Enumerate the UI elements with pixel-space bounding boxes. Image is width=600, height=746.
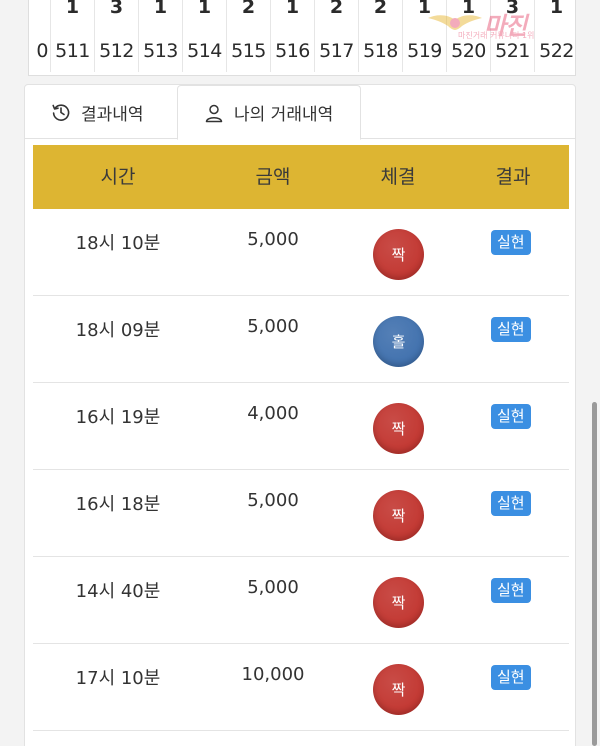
round-count	[29, 0, 51, 30]
row-amount: 10,000	[241, 664, 305, 685]
result-badge: 실현	[491, 665, 531, 690]
tab-result-history[interactable]: 결과내역	[51, 85, 144, 139]
row-amount: 5,000	[247, 490, 299, 511]
deal-ball: 짝	[373, 664, 424, 715]
round-count: 1	[139, 0, 183, 30]
round-count: 2	[227, 0, 271, 30]
row-time: 14시 40분	[75, 581, 161, 602]
round-count: 2	[359, 0, 403, 30]
table-row: 18시 10분 5,000 짝 실현	[33, 209, 569, 296]
deal-ball: 짝	[373, 229, 424, 280]
page-scrollbar[interactable]	[592, 402, 597, 746]
result-badge: 실현	[491, 404, 531, 429]
history-panel: 결과내역 나의 거래내역 시간 금액 체결 결과 18시 10분 5,000 짝…	[24, 84, 576, 746]
round-id: 517	[315, 30, 359, 72]
header-result: 결과	[495, 166, 531, 188]
deal-ball: 짝	[373, 490, 424, 541]
row-amount: 5,000	[247, 316, 299, 337]
trade-rows: 18시 10분 5,000 짝 실현 18시 09분 5,000 홀 실현 16…	[33, 209, 569, 731]
round-id: 0	[29, 30, 51, 72]
table-header: 시간 금액 체결 결과	[33, 145, 569, 209]
tab-my-trades[interactable]: 나의 거래내역	[177, 85, 361, 140]
round-id: 515	[227, 30, 271, 72]
result-badge: 실현	[491, 230, 531, 255]
round-count: 1	[271, 0, 315, 30]
row-time: 16시 18분	[75, 494, 161, 515]
row-amount: 4,000	[247, 403, 299, 424]
user-icon	[205, 104, 223, 122]
round-count: 1	[51, 0, 95, 30]
round-id: 514	[183, 30, 227, 72]
round-id: 512	[95, 30, 139, 72]
history-icon	[52, 104, 70, 121]
tab-mine-label: 나의 거래내역	[234, 105, 334, 125]
round-id: 511	[51, 30, 95, 72]
deal-ball: 짝	[373, 577, 424, 628]
tab-result-label: 결과내역	[81, 104, 144, 125]
round-count: 2	[315, 0, 359, 30]
table-row: 16시 19분 4,000 짝 실현	[33, 383, 569, 470]
row-amount: 5,000	[247, 229, 299, 250]
row-time: 17시 10분	[75, 668, 161, 689]
round-id: 516	[271, 30, 315, 72]
round-id: 518	[359, 30, 403, 72]
row-time: 16시 19분	[75, 407, 161, 428]
header-time: 시간	[100, 166, 136, 188]
round-id: 513	[139, 30, 183, 72]
row-amount: 5,000	[247, 577, 299, 598]
deal-ball: 홀	[373, 316, 424, 367]
row-time: 18시 09분	[75, 320, 161, 341]
deal-ball: 짝	[373, 403, 424, 454]
result-badge: 실현	[491, 317, 531, 342]
table-row: 14시 40분 5,000 짝 실현	[33, 557, 569, 644]
result-badge: 실현	[491, 491, 531, 516]
watermark-subtitle: 마진거래 커뮤니티 1위	[458, 31, 535, 40]
table-row: 17시 10분 10,000 짝 실현	[33, 644, 569, 731]
round-count: 3	[95, 0, 139, 30]
watermark-logo: 마진 마진거래 커뮤니티 1위	[428, 8, 593, 46]
round-count: 1	[183, 0, 227, 30]
row-time: 18시 10분	[75, 233, 161, 254]
result-badge: 실현	[491, 578, 531, 603]
table-row: 16시 18분 5,000 짝 실현	[33, 470, 569, 557]
table-row: 18시 09분 5,000 홀 실현	[33, 296, 569, 383]
tab-bar: 결과내역 나의 거래내역	[25, 85, 575, 140]
